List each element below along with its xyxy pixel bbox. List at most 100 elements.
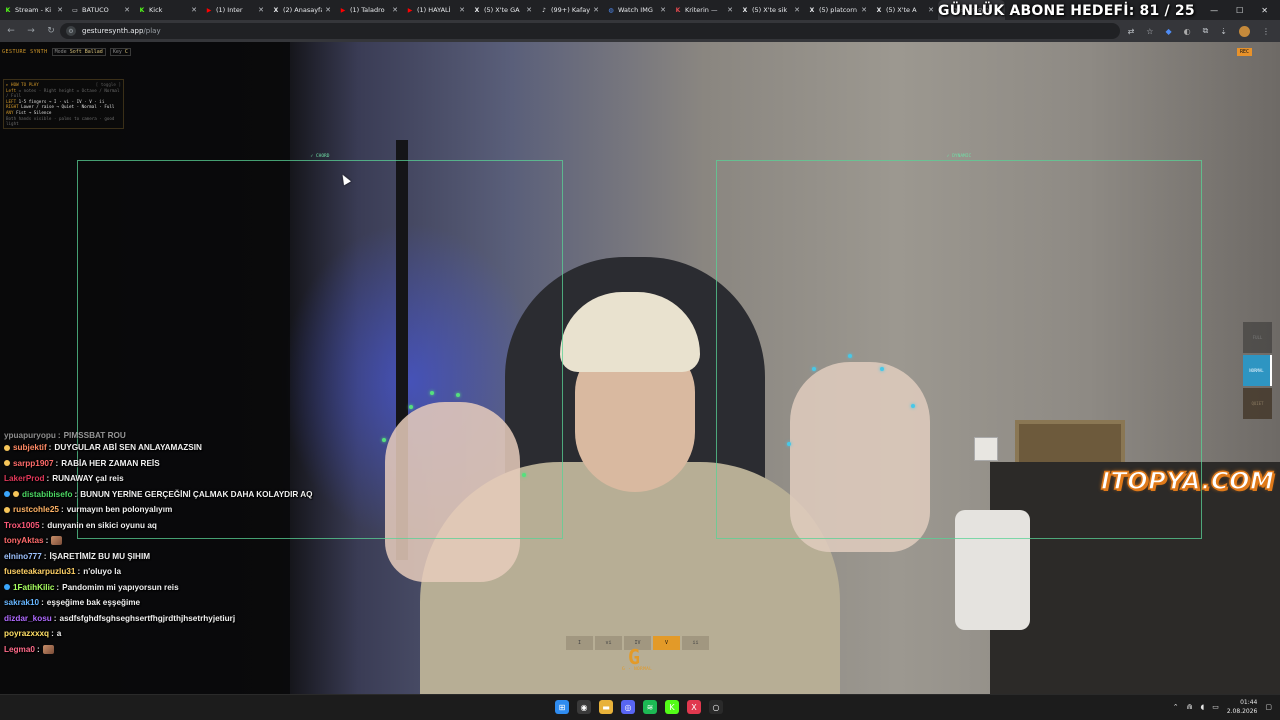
tab-close-icon[interactable]: ✕ <box>727 6 733 14</box>
browser-tab[interactable]: X (5) platcorn ✕ <box>804 0 871 20</box>
discord-icon[interactable]: ◎ <box>621 700 635 714</box>
chat-username[interactable]: Legma0 <box>4 642 35 658</box>
x-icon: X <box>474 6 480 14</box>
browser-tab[interactable]: K Stream - Ki ✕ <box>0 0 67 20</box>
kick-icon: K <box>139 6 145 14</box>
tab-close-icon[interactable]: ✕ <box>660 6 666 14</box>
chat-username[interactable]: sakrak10 <box>4 595 39 611</box>
chat-username[interactable]: poyrazxxxq <box>4 626 49 642</box>
chat-username[interactable]: 1FatihKilic <box>13 580 54 596</box>
back-icon[interactable]: ← <box>6 26 16 36</box>
maximize-icon[interactable]: ☐ <box>1236 6 1243 15</box>
volume-icon[interactable]: ◖ <box>1201 703 1205 711</box>
url-host: gesturesynth.app <box>82 27 144 35</box>
profile-avatar[interactable] <box>1239 25 1250 37</box>
tray-chevron-icon[interactable]: ⌃ <box>1173 703 1179 711</box>
chrome-icon[interactable]: ◉ <box>577 700 591 714</box>
chat-username[interactable]: sarpp1907 <box>13 456 54 472</box>
how-to-play-line: Left = notes · Right height = Octave / N… <box>6 88 121 99</box>
browser-tab[interactable]: ▭ BATUCO ✕ <box>67 0 134 20</box>
chat-username[interactable]: rustcohle25 <box>13 502 59 518</box>
browser-tab-label: (5) X'te sik <box>752 6 788 14</box>
network-icon[interactable]: ⋒ <box>1187 703 1193 711</box>
key-chip[interactable]: Key C <box>109 48 131 56</box>
tab-close-icon[interactable]: ✕ <box>191 6 197 14</box>
tab-close-icon[interactable]: ✕ <box>526 6 532 14</box>
chat-separator: : <box>53 613 57 623</box>
tab-close-icon[interactable]: ✕ <box>928 6 934 14</box>
extensions-puzzle-icon[interactable]: ⧉ <box>1203 26 1209 36</box>
chat-username[interactable]: subjektif <box>13 440 47 456</box>
chat-username[interactable]: ypuapuryopu <box>4 432 56 440</box>
chat-text: dunyanin en sikici oyunu aq <box>47 520 157 530</box>
chat-message: sakrak10: eşşeğime bak eşşeğime <box>0 595 320 611</box>
tab-close-icon[interactable]: ✕ <box>861 6 867 14</box>
close-window-icon[interactable]: ✕ <box>1261 6 1268 15</box>
chat-badge-icon <box>4 506 10 513</box>
how-to-play-text: Lower / raise → Quiet · Normal · Full <box>21 104 115 110</box>
chat-username[interactable]: dizdar_kosu <box>4 611 52 627</box>
browser-tab[interactable]: X (2) Anasayfa ✕ <box>268 0 335 20</box>
file-explorer-icon[interactable]: ▬ <box>599 700 613 714</box>
chat-username[interactable]: LakerProd <box>4 471 45 487</box>
browser-tab[interactable]: K Kriterin — ✕ <box>670 0 737 20</box>
chat-message: sarpp1907: RABİA HER ZAMAN REİS <box>0 456 320 472</box>
browser-tab[interactable]: ▶ (1) Inter ✕ <box>201 0 268 20</box>
browser-tab[interactable]: ▶ (1) HAYALİ ✕ <box>402 0 469 20</box>
dynamic-normal[interactable]: NORMAL <box>1243 355 1272 386</box>
browser-tab[interactable]: X (5) X'te sik ✕ <box>737 0 804 20</box>
dynamic-quiet[interactable]: QUIET <box>1243 388 1272 419</box>
url-input[interactable]: ⚙ gesturesynth.app/play <box>60 23 1120 39</box>
chat-username[interactable]: elnino777 <box>4 549 42 565</box>
reload-icon[interactable]: ↻ <box>46 26 56 36</box>
kick-app-icon[interactable]: K <box>665 700 679 714</box>
kick-icon: K <box>5 6 11 14</box>
spotify-icon[interactable]: ≋ <box>643 700 657 714</box>
browser-tab[interactable]: ◍ Watch IMG ✕ <box>603 0 670 20</box>
chat-text: Pandomim mi yapıyorsun reis <box>62 582 179 592</box>
how-to-play-key: ANY <box>6 109 14 115</box>
tab-close-icon[interactable]: ✕ <box>258 6 264 14</box>
chord-cell[interactable]: ii <box>682 636 709 650</box>
tab-close-icon[interactable]: ✕ <box>794 6 800 14</box>
browser-tab[interactable]: ♪ (99+) Kafay ✕ <box>536 0 603 20</box>
tab-close-icon[interactable]: ✕ <box>593 6 599 14</box>
browser-tab-label: (5) X'te GA <box>484 6 520 14</box>
notifications-icon[interactable]: ▢ <box>1265 703 1272 711</box>
extension-icon[interactable]: ◐ <box>1184 27 1191 36</box>
chat-username[interactable]: tonyAktas <box>4 533 44 549</box>
chat-username[interactable]: distabibisefo <box>22 487 73 503</box>
extension-icon[interactable]: ◆ <box>1165 27 1171 36</box>
chord-cell[interactable]: I <box>566 636 593 650</box>
tab-close-icon[interactable]: ✕ <box>57 6 63 14</box>
obs-icon[interactable]: ○ <box>709 700 723 714</box>
chat-username[interactable]: fuseteakarpuzlu31 <box>4 564 75 580</box>
downloads-icon[interactable]: ⇣ <box>1220 27 1227 36</box>
how-to-play-lines: Left = notes · Right height = Octave / N… <box>6 88 121 127</box>
tab-close-icon[interactable]: ✕ <box>325 6 331 14</box>
windows-start-icon[interactable]: ⊞ <box>555 700 569 714</box>
youtube-icon: ▶ <box>407 6 413 14</box>
clock[interactable]: 01:44 2.08.2026 <box>1227 698 1258 716</box>
tab-close-icon[interactable]: ✕ <box>124 6 130 14</box>
tab-close-icon[interactable]: ✕ <box>459 6 465 14</box>
browser-tab[interactable]: X (5) X'te A ✕ <box>871 0 938 20</box>
translate-icon[interactable]: ⇄ <box>1128 27 1135 36</box>
battery-icon[interactable]: ▭ <box>1212 703 1219 711</box>
menu-kebab-icon[interactable]: ⋮ <box>1262 27 1270 36</box>
mode-chip[interactable]: Mode Soft Ballad <box>51 48 106 56</box>
minimize-icon[interactable]: — <box>1210 6 1218 15</box>
bookmark-star-icon[interactable]: ☆ <box>1146 27 1153 36</box>
site-info-icon[interactable]: ⚙ <box>66 26 76 36</box>
chord-cell[interactable]: V <box>653 636 680 650</box>
browser-tab-label: Watch IMG <box>618 6 653 14</box>
chord-cell[interactable]: vi <box>595 636 622 650</box>
x-app-icon[interactable]: X <box>687 700 701 714</box>
tab-close-icon[interactable]: ✕ <box>392 6 398 14</box>
forward-icon[interactable]: → <box>26 26 36 36</box>
browser-tab[interactable]: ▶ (1) Taladro ✕ <box>335 0 402 20</box>
dynamic-full[interactable]: FULL <box>1243 322 1272 353</box>
browser-tab[interactable]: K Kick ✕ <box>134 0 201 20</box>
browser-tab[interactable]: X (5) X'te GA ✕ <box>469 0 536 20</box>
chat-username[interactable]: Trox1005 <box>4 518 40 534</box>
